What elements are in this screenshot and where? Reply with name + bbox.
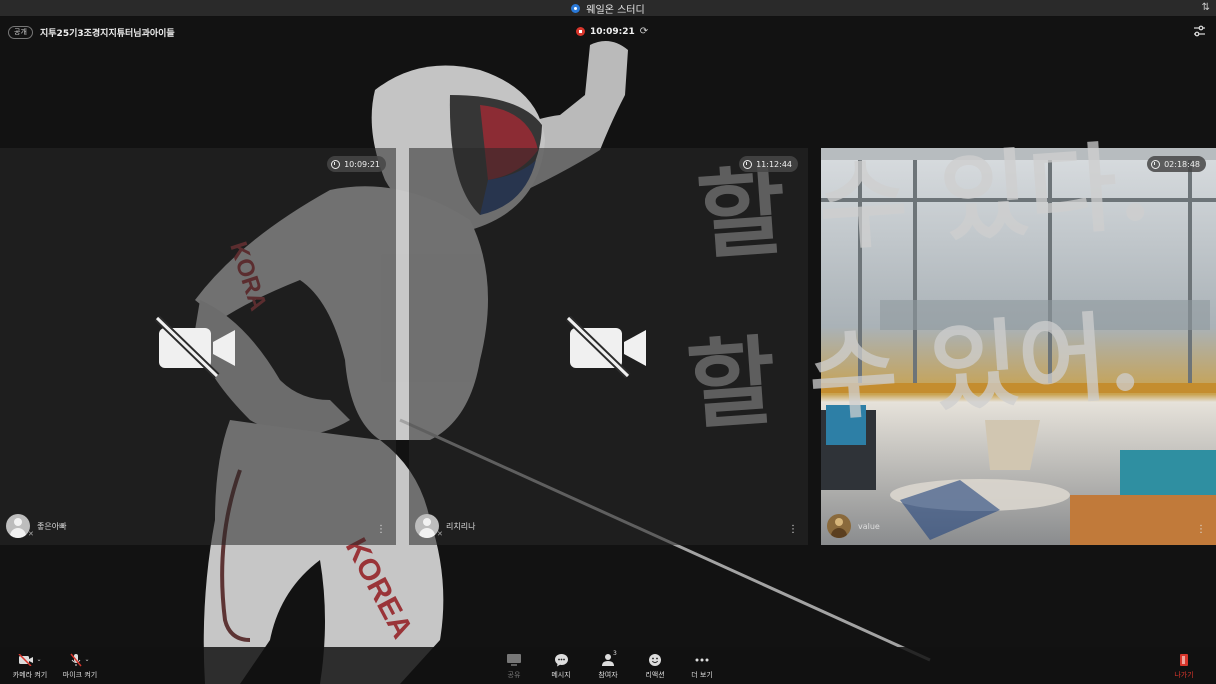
avatar bbox=[415, 514, 439, 538]
participants-button[interactable]: 3 참여자 bbox=[584, 650, 632, 680]
leave-label: 나가기 bbox=[1174, 671, 1194, 679]
window-title: 웨일온 스터디 bbox=[586, 4, 645, 16]
layout-settings-icon[interactable] bbox=[1193, 25, 1206, 38]
participant-time-badge: 10:09:21 bbox=[327, 156, 386, 172]
exit-door-icon bbox=[1180, 653, 1188, 666]
more-label: 더 보기 bbox=[691, 671, 713, 679]
clock-icon bbox=[743, 159, 753, 169]
leave-button[interactable]: 나가기 bbox=[1160, 651, 1208, 680]
mic-off-icon bbox=[70, 653, 83, 666]
participant-time-badge: 02:18:48 bbox=[1147, 156, 1206, 172]
participant-time: 02:18:48 bbox=[1164, 159, 1200, 169]
avatar bbox=[827, 514, 851, 538]
participant-info: value bbox=[827, 514, 880, 538]
camera-toggle-button[interactable]: ⌄ 카메라 켜기 bbox=[6, 651, 54, 680]
camera-off-icon bbox=[155, 316, 235, 378]
camera-off-icon bbox=[566, 316, 646, 378]
mic-toggle-label: 마이크 켜기 bbox=[62, 671, 98, 679]
participant-time: 11:12:44 bbox=[756, 159, 792, 169]
meeting-timer: 10:09:21 ⟳ bbox=[576, 26, 648, 37]
screen-share-icon bbox=[507, 654, 521, 666]
participants-count: 3 bbox=[613, 650, 617, 657]
room-header: 공개 지투25기3조경지지튜터님과아이들 10:09:21 ⟳ bbox=[0, 18, 1216, 46]
mic-muted-icon: ✕ bbox=[437, 530, 443, 538]
video-tile[interactable]: 02:18:48 value ⋮ bbox=[821, 148, 1216, 545]
more-dots-icon bbox=[695, 658, 709, 661]
participant-name: value bbox=[858, 521, 880, 531]
participants-label: 참여자 bbox=[598, 671, 618, 679]
tile-more-icon[interactable]: ⋮ bbox=[376, 525, 386, 535]
mic-muted-icon: ✕ bbox=[28, 530, 34, 538]
participant-name: 리치리나 bbox=[446, 521, 476, 531]
meeting-toolbar: ⌄ 카메라 켜기 ⌄ 마이크 켜기 공유 메시지 3 참여자 리액션 더 보기 … bbox=[0, 647, 1216, 684]
clock-icon bbox=[331, 159, 341, 169]
refresh-icon[interactable]: ⟳ bbox=[640, 26, 648, 37]
participant-info: ✕ 리치리나 bbox=[415, 514, 475, 538]
message-label: 메시지 bbox=[551, 671, 571, 679]
message-button[interactable]: 메시지 bbox=[537, 651, 585, 680]
video-tile[interactable]: 10:09:21 ✕ 좋은아빠 ⋮ bbox=[0, 148, 396, 545]
window-title-bar: 웨일온 스터디 ⇅ bbox=[0, 0, 1216, 17]
more-button[interactable]: 더 보기 bbox=[678, 651, 726, 680]
meeting-timer-text: 10:09:21 bbox=[590, 26, 635, 37]
recording-icon bbox=[576, 27, 585, 36]
camera-toggle-label: 카메라 켜기 bbox=[12, 671, 48, 679]
share-label: 공유 bbox=[507, 671, 521, 679]
chat-bubble-icon bbox=[554, 653, 568, 666]
public-badge: 공개 bbox=[8, 26, 33, 39]
room-title: 지투25기3조경지지튜터님과아이들 bbox=[40, 29, 175, 39]
whale-on-logo-icon bbox=[571, 3, 581, 13]
participant-name: 좋은아빠 bbox=[37, 521, 67, 531]
reaction-button[interactable]: 리액션 bbox=[631, 651, 679, 680]
participant-time-badge: 11:12:44 bbox=[739, 156, 798, 172]
participant-time: 10:09:21 bbox=[344, 159, 380, 169]
smiley-icon bbox=[649, 653, 661, 666]
window-sort-icon[interactable]: ⇅ bbox=[1202, 2, 1210, 13]
video-tile[interactable]: 11:12:44 ✕ 리치리나 ⋮ bbox=[409, 148, 808, 545]
tile-more-icon[interactable]: ⋮ bbox=[1196, 525, 1206, 535]
clock-icon bbox=[1151, 159, 1161, 169]
share-button[interactable]: 공유 bbox=[490, 651, 538, 680]
avatar bbox=[6, 514, 30, 538]
participant-info: ✕ 좋은아빠 bbox=[6, 514, 66, 538]
tile-more-icon[interactable]: ⋮ bbox=[788, 525, 798, 535]
reaction-label: 리액션 bbox=[645, 671, 665, 679]
camera-off-icon bbox=[18, 653, 34, 666]
mic-toggle-button[interactable]: ⌄ 마이크 켜기 bbox=[56, 651, 104, 680]
chevron-down-icon[interactable]: ⌄ bbox=[36, 656, 41, 663]
chevron-down-icon[interactable]: ⌄ bbox=[84, 656, 89, 663]
